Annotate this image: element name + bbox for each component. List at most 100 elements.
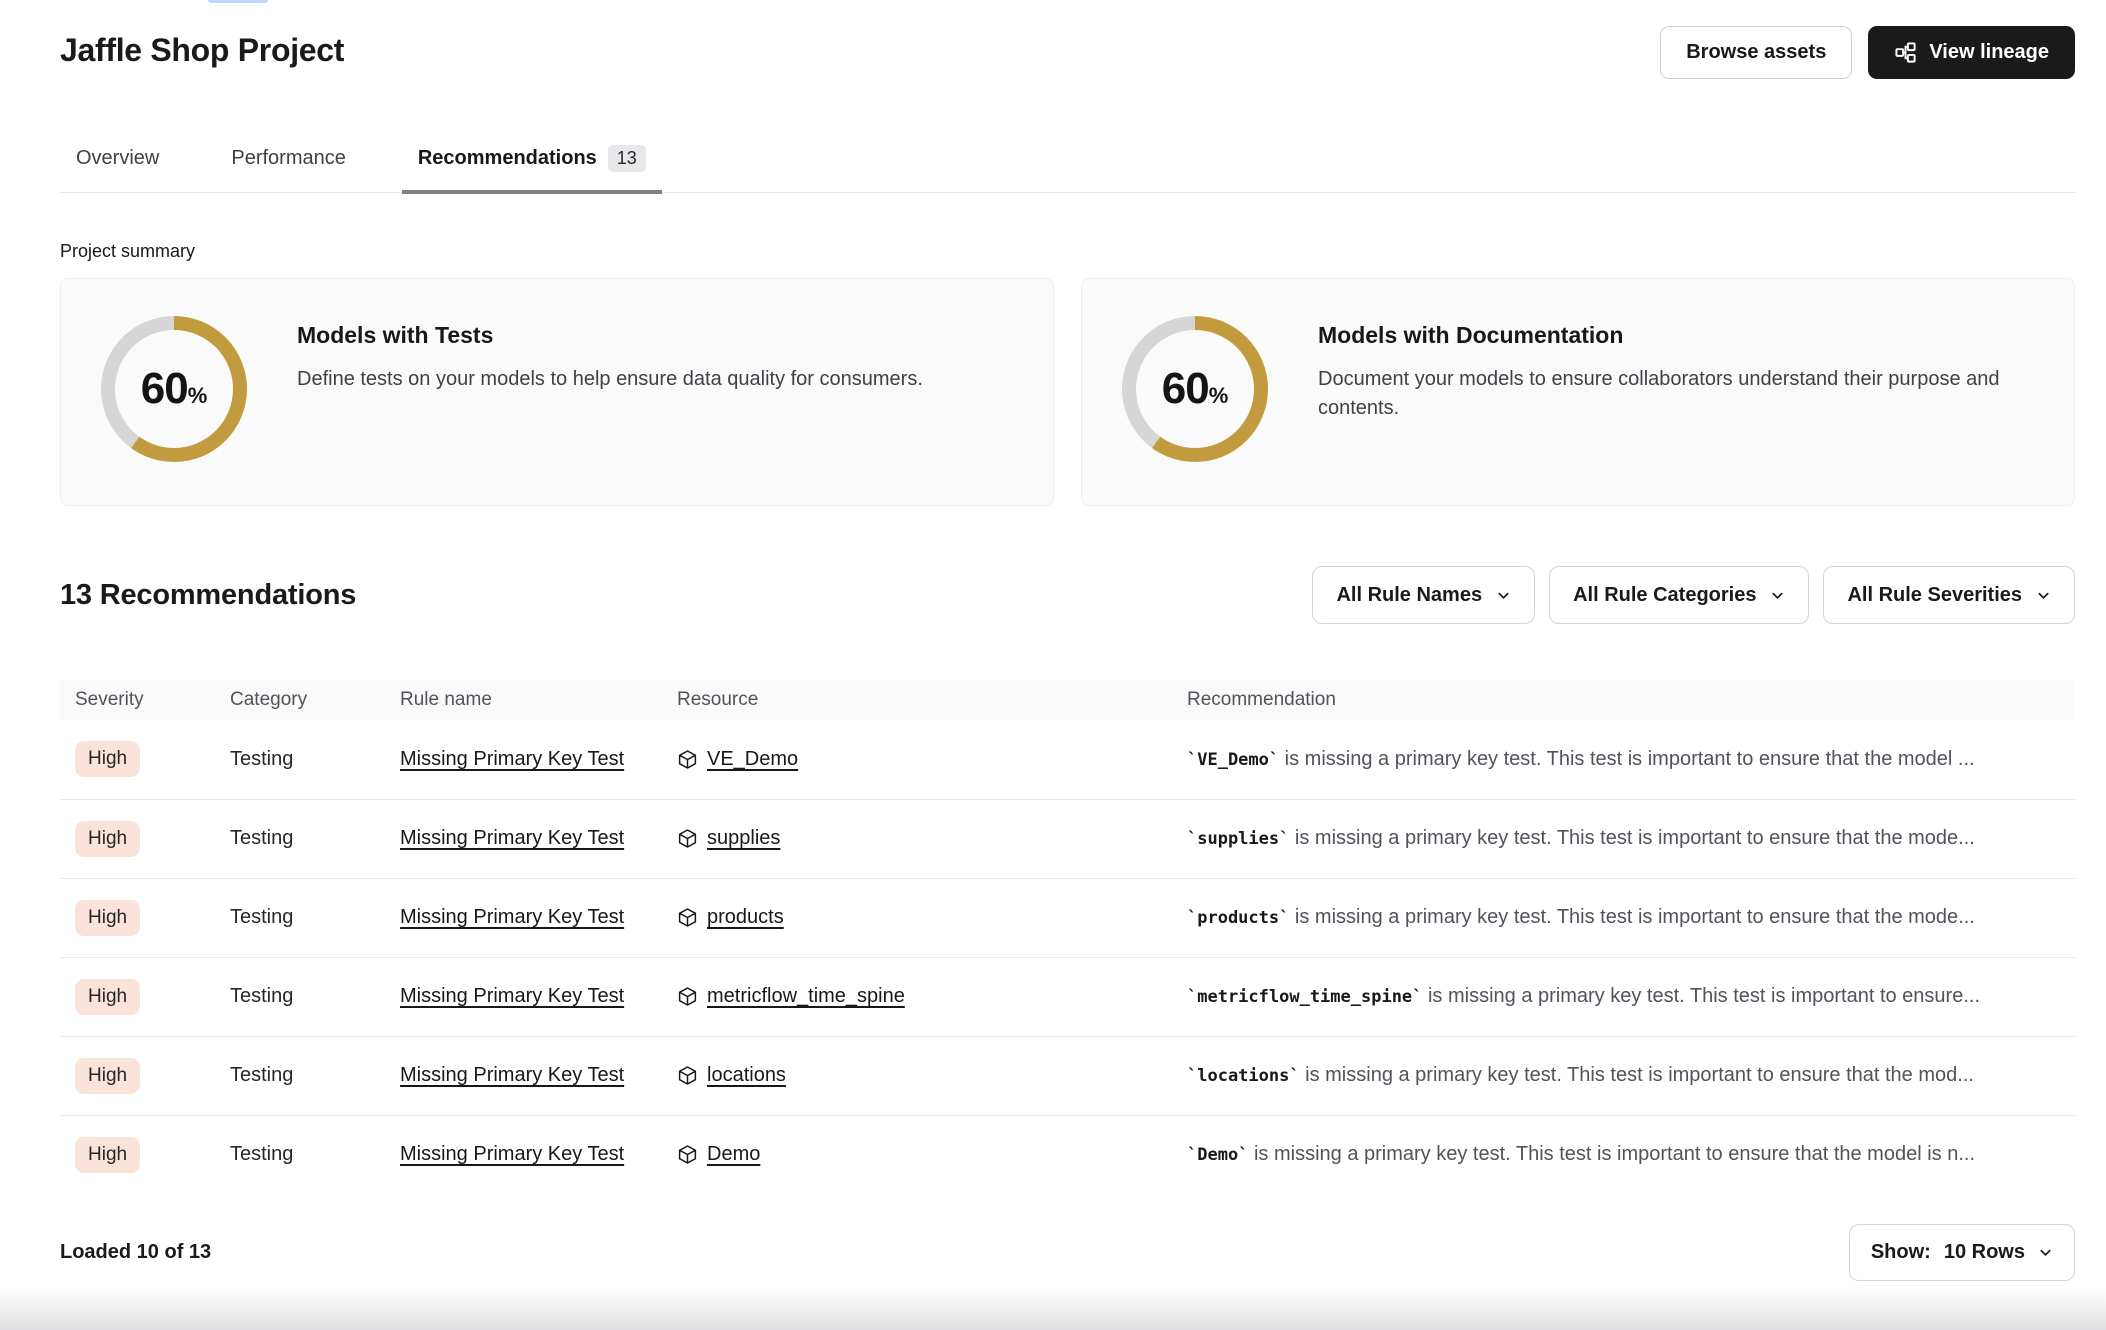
- tab-overview[interactable]: Overview: [60, 145, 175, 192]
- show-rows-label: Show:: [1871, 1241, 1931, 1264]
- docs-percent-value: 60: [1162, 364, 1209, 414]
- header-actions: Browse assets View lineage: [1660, 26, 2075, 79]
- tests-percent-unit: %: [188, 383, 208, 409]
- rule-name-link[interactable]: Missing Primary Key Test: [400, 1143, 624, 1165]
- recommendations-table: Severity Category Rule name Resource Rec…: [60, 680, 2075, 1194]
- category-cell: Testing: [230, 985, 293, 1007]
- category-cell: Testing: [230, 1143, 293, 1165]
- rule-names-filter-dropdown[interactable]: All Rule Names: [1312, 566, 1535, 624]
- docs-percent-unit: %: [1209, 383, 1229, 409]
- resource-link[interactable]: VE_Demo: [707, 748, 798, 771]
- resource-link[interactable]: products: [707, 906, 784, 929]
- recommendation-code: `Demo`: [1187, 1145, 1248, 1165]
- rule-categories-filter-dropdown[interactable]: All Rule Categories: [1549, 566, 1809, 624]
- rule-name-link[interactable]: Missing Primary Key Test: [400, 827, 624, 849]
- rule-name-link[interactable]: Missing Primary Key Test: [400, 906, 624, 928]
- severity-badge: High: [75, 1058, 140, 1094]
- tests-card-title: Models with Tests: [297, 322, 923, 349]
- model-cube-icon: [677, 828, 698, 849]
- severity-badge: High: [75, 821, 140, 857]
- table-footer: Loaded 10 of 13 Show: 10 Rows: [60, 1224, 2075, 1281]
- column-header-rule-name: Rule name: [385, 680, 662, 720]
- page-title: Jaffle Shop Project: [60, 32, 344, 69]
- chevron-down-icon: [1770, 588, 1785, 603]
- models-with-documentation-card: 60% Models with Documentation Document y…: [1081, 278, 2075, 506]
- table-row: High Testing Missing Primary Key Test Demo `…: [60, 1115, 2075, 1194]
- tests-donut-chart: 60%: [101, 316, 247, 462]
- chevron-down-icon: [2036, 588, 2051, 603]
- recommendation-text: is missing a primary key test. This test…: [1248, 1143, 1975, 1165]
- column-header-severity: Severity: [60, 680, 215, 720]
- tests-percent-value: 60: [141, 364, 188, 414]
- recommendations-count-badge: 13: [608, 145, 646, 172]
- tab-overview-label: Overview: [76, 147, 159, 170]
- column-header-recommendation: Recommendation: [1172, 680, 2075, 720]
- recommendation-code: `products`: [1187, 908, 1289, 928]
- project-summary-label: Project summary: [60, 241, 2075, 262]
- severity-badge: High: [75, 741, 140, 777]
- table-row: HighTestingMissing Primary Key Testlocat…: [60, 1036, 2075, 1115]
- resource-link[interactable]: supplies: [707, 827, 780, 850]
- model-cube-icon: [677, 1144, 698, 1165]
- tab-recommendations[interactable]: Recommendations 13: [402, 145, 662, 192]
- rule-severities-filter-label: All Rule Severities: [1847, 584, 2022, 607]
- resource-link[interactable]: Demo: [707, 1143, 760, 1166]
- severity-badge: High: [75, 1137, 140, 1173]
- summary-cards: 60% Models with Tests Define tests on yo…: [60, 278, 2075, 506]
- column-header-resource: Resource: [662, 680, 1172, 720]
- view-lineage-button[interactable]: View lineage: [1868, 26, 2075, 79]
- tab-performance[interactable]: Performance: [215, 145, 362, 192]
- table-header-row: Severity Category Rule name Resource Rec…: [60, 680, 2075, 720]
- browse-assets-label: Browse assets: [1686, 41, 1826, 64]
- column-header-category: Category: [215, 680, 385, 720]
- recommendation-text: is missing a primary key test. This test…: [1300, 1064, 1974, 1086]
- category-cell: Testing: [230, 827, 293, 849]
- resource-link[interactable]: metricflow_time_spine: [707, 985, 905, 1008]
- recommendation-text: is missing a primary key test. This test…: [1289, 827, 1974, 849]
- resource-link[interactable]: locations: [707, 1064, 786, 1087]
- recommendation-text: is missing a primary key test. This test…: [1289, 906, 1974, 928]
- recommendation-text: is missing a primary key test. This test…: [1279, 748, 1974, 770]
- rule-name-link[interactable]: Missing Primary Key Test: [400, 985, 624, 1007]
- recommendations-header: 13 Recommendations All Rule Names All Ru…: [60, 566, 2075, 624]
- show-rows-dropdown[interactable]: Show: 10 Rows: [1849, 1224, 2075, 1281]
- model-cube-icon: [677, 986, 698, 1007]
- models-with-tests-card: 60% Models with Tests Define tests on yo…: [60, 278, 1054, 506]
- severity-badge: High: [75, 900, 140, 936]
- view-lineage-label: View lineage: [1929, 41, 2049, 64]
- category-cell: Testing: [230, 906, 293, 928]
- chevron-down-icon: [2038, 1245, 2053, 1260]
- category-cell: Testing: [230, 748, 293, 770]
- recommendation-code: `metricflow_time_spine`: [1187, 987, 1422, 1007]
- rule-name-link[interactable]: Missing Primary Key Test: [400, 1064, 624, 1086]
- page: Jaffle Shop Project Browse assets View: [0, 0, 2106, 1330]
- page-header: Jaffle Shop Project Browse assets View: [60, 0, 2075, 79]
- rule-categories-filter-label: All Rule Categories: [1573, 584, 1756, 607]
- table-row: High Testing Missing Primary Key Test metri…: [60, 957, 2075, 1036]
- rule-names-filter-label: All Rule Names: [1336, 584, 1482, 607]
- table-row: High Testing Missing Primary Key Test produ…: [60, 878, 2075, 957]
- browse-assets-button[interactable]: Browse assets: [1660, 26, 1852, 79]
- recommendation-code: `locations`: [1187, 1066, 1300, 1086]
- recommendations-heading: 13 Recommendations: [60, 579, 356, 612]
- model-cube-icon: [677, 1065, 698, 1086]
- tab-recommendations-label: Recommendations: [418, 147, 597, 170]
- severity-badge: High: [75, 979, 140, 1015]
- show-rows-value: 10 Rows: [1944, 1241, 2025, 1264]
- lineage-icon: [1894, 41, 1917, 64]
- model-cube-icon: [677, 907, 698, 928]
- docs-donut-chart: 60%: [1122, 316, 1268, 462]
- top-edge-artifact: [208, 0, 268, 3]
- rule-name-link[interactable]: Missing Primary Key Test: [400, 748, 624, 770]
- model-cube-icon: [677, 749, 698, 770]
- recommendation-code: `supplies`: [1187, 829, 1289, 849]
- loaded-count-text: Loaded 10 of 13: [60, 1241, 211, 1264]
- recommendation-code: `VE_Demo`: [1187, 750, 1279, 770]
- docs-card-description: Document your models to ensure collabora…: [1318, 365, 2034, 423]
- chevron-down-icon: [1496, 588, 1511, 603]
- tests-card-description: Define tests on your models to help ensu…: [297, 365, 923, 394]
- table-row: High Testing Missing Primary Key Test suppl…: [60, 799, 2075, 878]
- recommendation-text: is missing a primary key test. This test…: [1422, 985, 1980, 1007]
- tab-performance-label: Performance: [231, 147, 346, 170]
- rule-severities-filter-dropdown[interactable]: All Rule Severities: [1823, 566, 2075, 624]
